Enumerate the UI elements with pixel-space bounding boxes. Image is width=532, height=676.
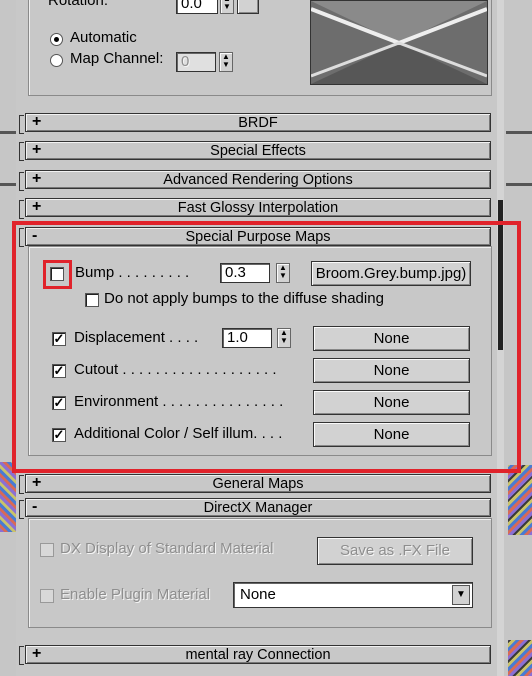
rollout-title: Special Effects [210, 143, 306, 159]
rollout-title: Fast Glossy Interpolation [177, 200, 339, 216]
rollout-title: DirectX Manager [203, 500, 313, 516]
enable-plugin-label: Enable Plugin Material [60, 586, 211, 603]
rollout-directx-manager[interactable]: - DirectX Manager [25, 498, 491, 517]
plugin-material-value: None [240, 586, 276, 603]
rollout-fast-glossy-interpolation[interactable]: + Fast Glossy Interpolation [25, 198, 491, 217]
rollout-title: General Maps [212, 476, 304, 492]
rollout-title: BRDF [238, 115, 278, 131]
map-channel-spinner[interactable]: ▲ ▼ [219, 52, 233, 72]
rollout-title: Advanced Rendering Options [163, 172, 353, 188]
rotation-spinner[interactable]: ▲▼ [220, 0, 234, 14]
rotation-lock-button[interactable] [237, 0, 259, 14]
rollout-brdf[interactable]: + BRDF [25, 113, 491, 132]
rotation-label: Rotation: [48, 0, 109, 9]
dx-display-label: DX Display of Standard Material [60, 540, 274, 557]
special-purpose-maps-highlight [12, 221, 521, 473]
rollout-title: mental ray Connection [185, 647, 331, 663]
rollout-general-maps[interactable]: + General Maps [25, 474, 491, 493]
rollout-mental-ray-connection[interactable]: + mental ray Connection [25, 645, 491, 664]
map-preview [310, 0, 488, 85]
preview-swatch-icon [311, 1, 487, 84]
automatic-radio[interactable] [50, 33, 63, 46]
chevron-down-icon[interactable]: ▼ [452, 585, 470, 605]
rotation-value[interactable]: 0.0 [176, 0, 218, 14]
map-channel-value[interactable]: 0 [176, 52, 216, 72]
rollout-advanced-rendering-options[interactable]: + Advanced Rendering Options [25, 170, 491, 189]
save-as-fx-button[interactable]: Save as .FX File [317, 537, 473, 565]
rollout-special-effects[interactable]: + Special Effects [25, 141, 491, 160]
dx-display-checkbox[interactable] [40, 543, 54, 557]
map-channel-radio[interactable] [50, 54, 63, 67]
plugin-material-select[interactable]: None ▼ [233, 582, 473, 608]
enable-plugin-checkbox[interactable] [40, 589, 54, 603]
map-channel-label: Map Channel: [70, 50, 164, 67]
automatic-label: Automatic [70, 29, 137, 46]
directx-manager-body [28, 518, 492, 628]
